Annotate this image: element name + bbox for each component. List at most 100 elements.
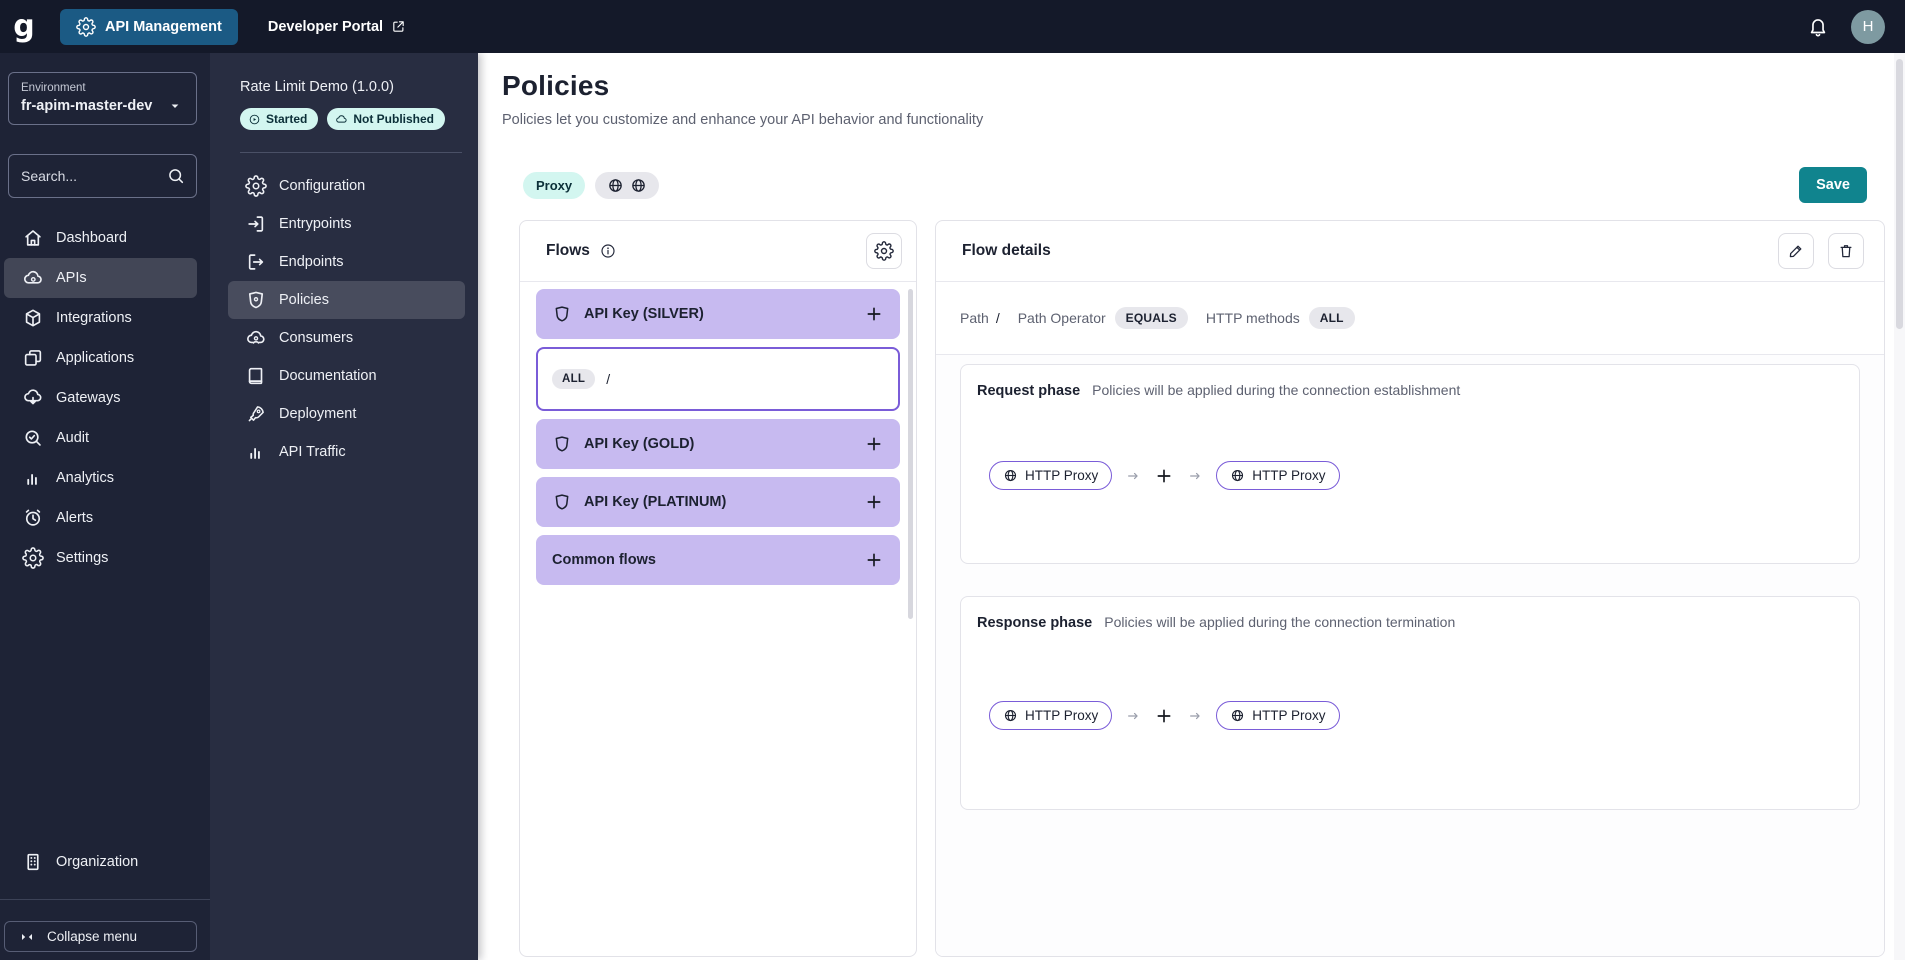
sidebar-item-integrations[interactable]: Integrations — [4, 298, 197, 338]
rocket-icon — [245, 403, 267, 425]
sidebar-item-label: Dashboard — [56, 230, 127, 246]
response-policy-chain: HTTP Proxy HTTP Proxy — [977, 701, 1843, 730]
collapse-menu-button[interactable]: Collapse menu — [4, 921, 197, 952]
sidebar-item-label: APIs — [56, 270, 87, 286]
delete-flow-button[interactable] — [1828, 233, 1864, 269]
flow-group-label: Common flows — [552, 552, 656, 568]
sidebar-item-dashboard[interactable]: Dashboard — [4, 218, 197, 258]
flow-details-panel: Flow details Path / Path Operator EQUALS… — [935, 220, 1885, 957]
sidebar-item-alerts[interactable]: Alerts — [4, 498, 197, 538]
request-phase-panel: Request phase Policies will be applied d… — [960, 364, 1860, 564]
flow-group-common-flows[interactable]: Common flows — [536, 535, 900, 585]
notifications-bell-icon[interactable] — [1807, 16, 1829, 38]
flow-group-api-key-silver[interactable]: API Key (SILVER) — [536, 289, 900, 339]
flows-settings-button[interactable] — [866, 233, 902, 269]
sidebar-item-apis[interactable]: APIs — [4, 258, 197, 298]
flows-header: Flows — [520, 221, 916, 282]
gear-icon — [22, 547, 44, 569]
api-management-button[interactable]: API Management — [60, 8, 238, 45]
main-sidebar: Environment fr-apim-master-dev Dashboard… — [0, 53, 210, 960]
sidebar-item-analytics[interactable]: Analytics — [4, 458, 197, 498]
policy-chip-http-proxy[interactable]: HTTP Proxy — [1216, 461, 1340, 490]
shield-icon — [552, 434, 572, 454]
globe-icon — [1230, 708, 1245, 723]
policy-studio-body: Flows API Key (SILVER) ALL / API Key (GO… — [519, 220, 1885, 957]
search-input[interactable] — [21, 168, 151, 184]
flow-group-api-key-gold[interactable]: API Key (GOLD) — [536, 419, 900, 469]
api-menu-item-configuration[interactable]: Configuration — [228, 167, 465, 205]
api-menu-item-api-traffic[interactable]: API Traffic — [228, 433, 465, 471]
alarm-clock-icon — [22, 507, 44, 529]
flow-group-api-key-platinum[interactable]: API Key (PLATINUM) — [536, 477, 900, 527]
info-icon[interactable] — [599, 242, 617, 260]
arrow-right-icon — [1187, 468, 1203, 484]
globe-icon — [630, 177, 647, 194]
entrypoints-pill — [595, 171, 660, 199]
api-menu-item-label: Consumers — [279, 330, 354, 346]
flow-item-selected[interactable]: ALL / — [536, 347, 900, 411]
environment-selector[interactable]: Environment fr-apim-master-dev — [8, 72, 197, 125]
policy-studio-toolbar: Proxy Save — [519, 167, 1885, 203]
path-operator-label: Path Operator — [1017, 310, 1106, 326]
edit-flow-button[interactable] — [1778, 233, 1814, 269]
policy-chip-http-proxy[interactable]: HTTP Proxy — [1216, 701, 1340, 730]
sidebar-item-label: Organization — [56, 854, 139, 870]
path-value: / — [995, 310, 1000, 326]
sidebar-item-gateways[interactable]: Gateways — [4, 378, 197, 418]
flow-group-label: API Key (SILVER) — [584, 306, 704, 322]
sidebar-item-settings[interactable]: Settings — [4, 538, 197, 578]
save-button[interactable]: Save — [1799, 167, 1867, 203]
globe-icon — [607, 177, 624, 194]
add-policy-button[interactable] — [1154, 706, 1174, 726]
user-avatar[interactable]: H — [1851, 9, 1885, 44]
page-scrollbar-thumb[interactable] — [1896, 59, 1903, 329]
add-policy-button[interactable] — [1154, 466, 1174, 486]
api-menu-item-documentation[interactable]: Documentation — [228, 357, 465, 395]
api-menu-item-endpoints[interactable]: Endpoints — [228, 243, 465, 281]
search-icon — [166, 166, 186, 186]
add-flow-icon[interactable] — [864, 304, 884, 324]
applications-icon — [22, 347, 44, 369]
status-badge-label: Not Published — [353, 112, 435, 126]
policy-chip-http-proxy[interactable]: HTTP Proxy — [989, 701, 1113, 730]
flow-path: / — [606, 371, 611, 387]
page-scrollbar[interactable] — [1894, 53, 1905, 960]
collapse-menu-label: Collapse menu — [47, 929, 138, 944]
sidebar-item-label: Alerts — [56, 510, 94, 526]
package-icon — [22, 307, 44, 329]
api-menu-item-label: Deployment — [279, 406, 357, 422]
add-flow-icon[interactable] — [864, 434, 884, 454]
status-badge-not-published: Not Published — [327, 108, 446, 130]
logo-glyph: g — [13, 9, 35, 44]
shield-icon — [245, 289, 267, 311]
phase-name: Request phase — [977, 383, 1081, 399]
gravitee-logo[interactable]: g — [0, 9, 48, 44]
sidebar-item-label: Gateways — [56, 390, 121, 406]
sidebar-item-applications[interactable]: Applications — [4, 338, 197, 378]
arrow-right-icon — [1125, 708, 1141, 724]
gear-icon — [245, 175, 267, 197]
developer-portal-link[interactable]: Developer Portal — [268, 19, 406, 35]
phase-name: Response phase — [977, 615, 1093, 631]
sidebar-item-label: Applications — [56, 350, 135, 366]
status-badge-label: Started — [266, 112, 308, 126]
sidebar-item-organization[interactable]: Organization — [4, 842, 197, 882]
phase-description: Policies will be applied during the conn… — [1092, 382, 1461, 398]
api-menu-item-entrypoints[interactable]: Entrypoints — [228, 205, 465, 243]
sidebar-item-audit[interactable]: Audit — [4, 418, 197, 458]
flow-list: API Key (SILVER) ALL / API Key (GOLD) AP… — [520, 282, 916, 592]
flows-scrollbar[interactable] — [908, 289, 913, 619]
book-icon — [245, 365, 267, 387]
api-menu-item-policies[interactable]: Policies — [228, 281, 465, 319]
http-methods-label: HTTP methods — [1205, 310, 1300, 326]
api-menu-item-consumers[interactable]: Consumers — [228, 319, 465, 357]
cloud-arrow-icon — [22, 387, 44, 409]
cloud-gear-icon — [22, 267, 44, 289]
arrow-right-icon — [1125, 468, 1141, 484]
add-flow-icon[interactable] — [864, 492, 884, 512]
sidebar-item-label: Integrations — [56, 310, 132, 326]
environment-label: Environment — [21, 82, 86, 94]
api-menu-item-deployment[interactable]: Deployment — [228, 395, 465, 433]
add-flow-icon[interactable] — [864, 550, 884, 570]
policy-chip-http-proxy[interactable]: HTTP Proxy — [989, 461, 1113, 490]
